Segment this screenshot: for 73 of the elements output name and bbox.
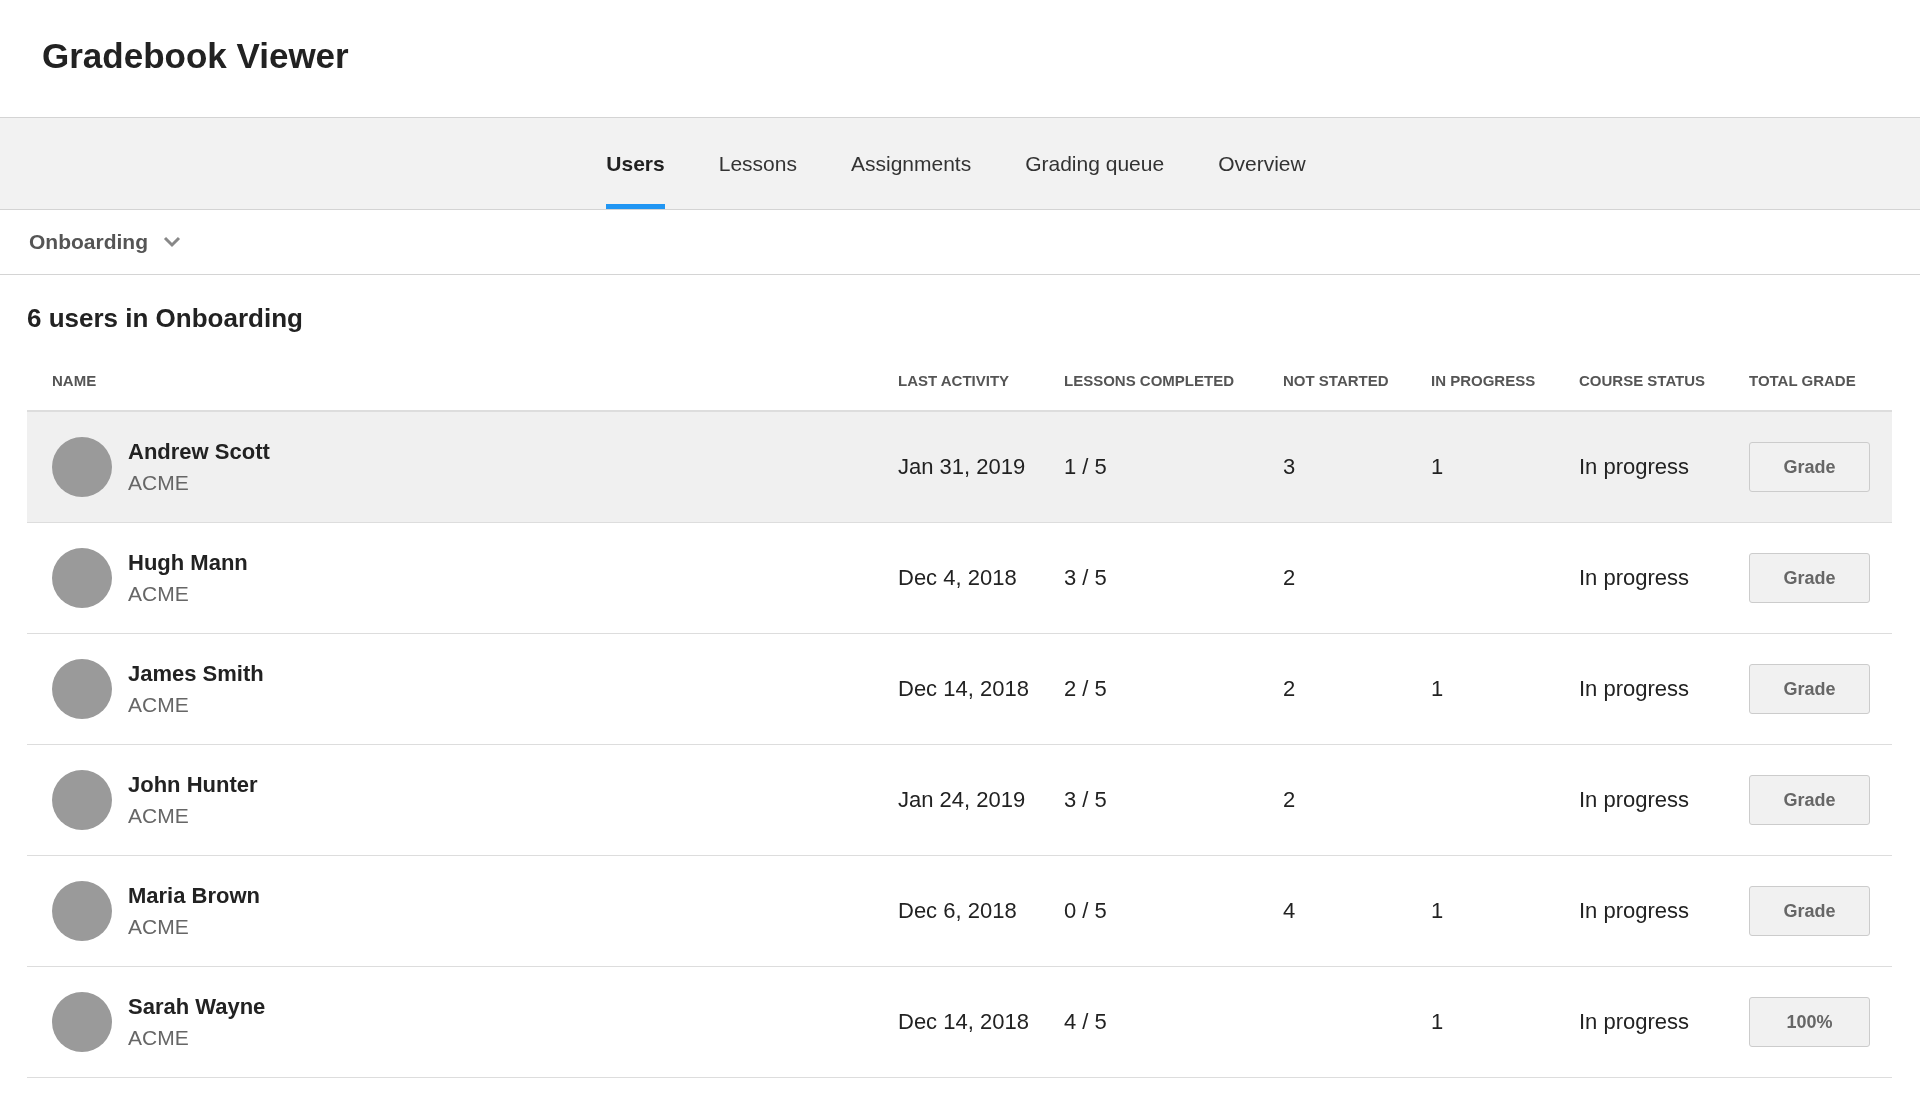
table-cell: In progress — [1579, 787, 1690, 813]
company-name: ACME — [128, 693, 189, 717]
table-cell: 3 — [1283, 454, 1296, 480]
table-cell: In progress — [1579, 565, 1690, 591]
user-name: James Smith — [128, 661, 264, 687]
user-name: Maria Brown — [128, 883, 261, 909]
group-dropdown[interactable]: Onboarding — [29, 210, 182, 274]
column-header: LAST ACTIVITY — [898, 372, 1010, 389]
user-name: Sarah Wayne — [128, 994, 266, 1020]
app-title: Gradebook Viewer — [42, 36, 349, 76]
avatar-placeholder — [52, 881, 112, 941]
table-cell: Dec 14, 2018 — [898, 1009, 1029, 1035]
avatar-placeholder — [52, 548, 112, 608]
grade-button[interactable]: Grade — [1749, 442, 1870, 492]
table-cell: 2 — [1283, 676, 1296, 702]
avatar-placeholder — [52, 659, 112, 719]
table-row[interactable]: John Hunter ACME Jan 24, 2019 3 / 5 2 In progress Grade — [27, 745, 1892, 856]
table-row[interactable]: James Smith ACME Dec 14, 2018 2 / 5 2 1 In progress Grade — [27, 634, 1892, 745]
table-cell: 2 / 5 — [1064, 676, 1107, 702]
company-name: ACME — [128, 804, 189, 828]
table-cell: 0 / 5 — [1064, 898, 1107, 924]
tab[interactable]: Assignments — [850, 118, 972, 209]
user-name: Hugh Mann — [128, 550, 248, 576]
column-header: COURSE STATUS — [1579, 372, 1706, 389]
table-cell: Jan 31, 2019 — [898, 454, 1026, 480]
column-header: TOTAL GRADE — [1749, 372, 1856, 389]
table-cell: 1 / 5 — [1064, 454, 1107, 480]
table-cell: Dec 4, 2018 — [898, 565, 1017, 591]
tab[interactable]: Grading queue — [1025, 118, 1165, 209]
table-cell: 2 — [1283, 565, 1296, 591]
table-cell: 1 — [1431, 454, 1444, 480]
table-cell: 3 / 5 — [1064, 787, 1107, 813]
column-header: IN PROGRESS — [1431, 372, 1536, 389]
tab[interactable]: Users — [606, 118, 665, 209]
user-name: John Hunter — [128, 772, 258, 798]
table-row[interactable]: Hugh Mann ACME Dec 4, 2018 3 / 5 2 In progress Grade — [27, 523, 1892, 634]
grade-button[interactable]: 100% — [1749, 997, 1870, 1047]
column-header: LESSONS COMPLETED — [1064, 372, 1235, 389]
table-cell: Jan 24, 2019 — [898, 787, 1026, 813]
table-cell: 1 — [1431, 898, 1444, 924]
company-name: ACME — [128, 471, 189, 495]
table-row[interactable]: Sarah Wayne ACME Dec 14, 2018 4 / 5 1 In progress 100% — [27, 967, 1892, 1078]
column-header: NAME — [52, 372, 97, 389]
grade-button[interactable]: Grade — [1749, 664, 1870, 714]
tab[interactable]: Lessons — [718, 118, 797, 209]
table-cell: In progress — [1579, 676, 1690, 702]
user-name: Andrew Scott — [128, 439, 270, 465]
company-name: ACME — [128, 915, 189, 939]
company-name: ACME — [128, 582, 189, 606]
table-row[interactable]: Andrew Scott ACME Jan 31, 2019 1 / 5 3 1 In progress Grade — [27, 412, 1892, 523]
avatar-placeholder — [52, 992, 112, 1052]
avatar-placeholder — [52, 437, 112, 497]
grade-button[interactable]: Grade — [1749, 886, 1870, 936]
section-heading: 6 users in Onboarding — [27, 303, 303, 334]
chevron-down-icon — [162, 235, 182, 249]
table-row[interactable]: Maria Brown ACME Dec 6, 2018 0 / 5 4 1 In progress Grade — [27, 856, 1892, 967]
grade-button[interactable]: Grade — [1749, 775, 1870, 825]
table-cell: 1 — [1431, 1009, 1444, 1035]
table-cell: 3 / 5 — [1064, 565, 1107, 591]
avatar-placeholder — [52, 770, 112, 830]
table-cell: Dec 14, 2018 — [898, 676, 1029, 702]
table-cell: 1 — [1431, 676, 1444, 702]
table-cell: 2 — [1283, 787, 1296, 813]
table-cell: 4 / 5 — [1064, 1009, 1107, 1035]
table-cell: In progress — [1579, 1009, 1690, 1035]
company-name: ACME — [128, 1026, 189, 1050]
grade-button[interactable]: Grade — [1749, 553, 1870, 603]
table-cell: In progress — [1579, 898, 1690, 924]
column-header: NOT STARTED — [1283, 372, 1389, 389]
tab[interactable]: Overview — [1218, 118, 1306, 209]
table-cell: Dec 6, 2018 — [898, 898, 1017, 924]
table-cell: 4 — [1283, 898, 1296, 924]
table-cell: In progress — [1579, 454, 1690, 480]
